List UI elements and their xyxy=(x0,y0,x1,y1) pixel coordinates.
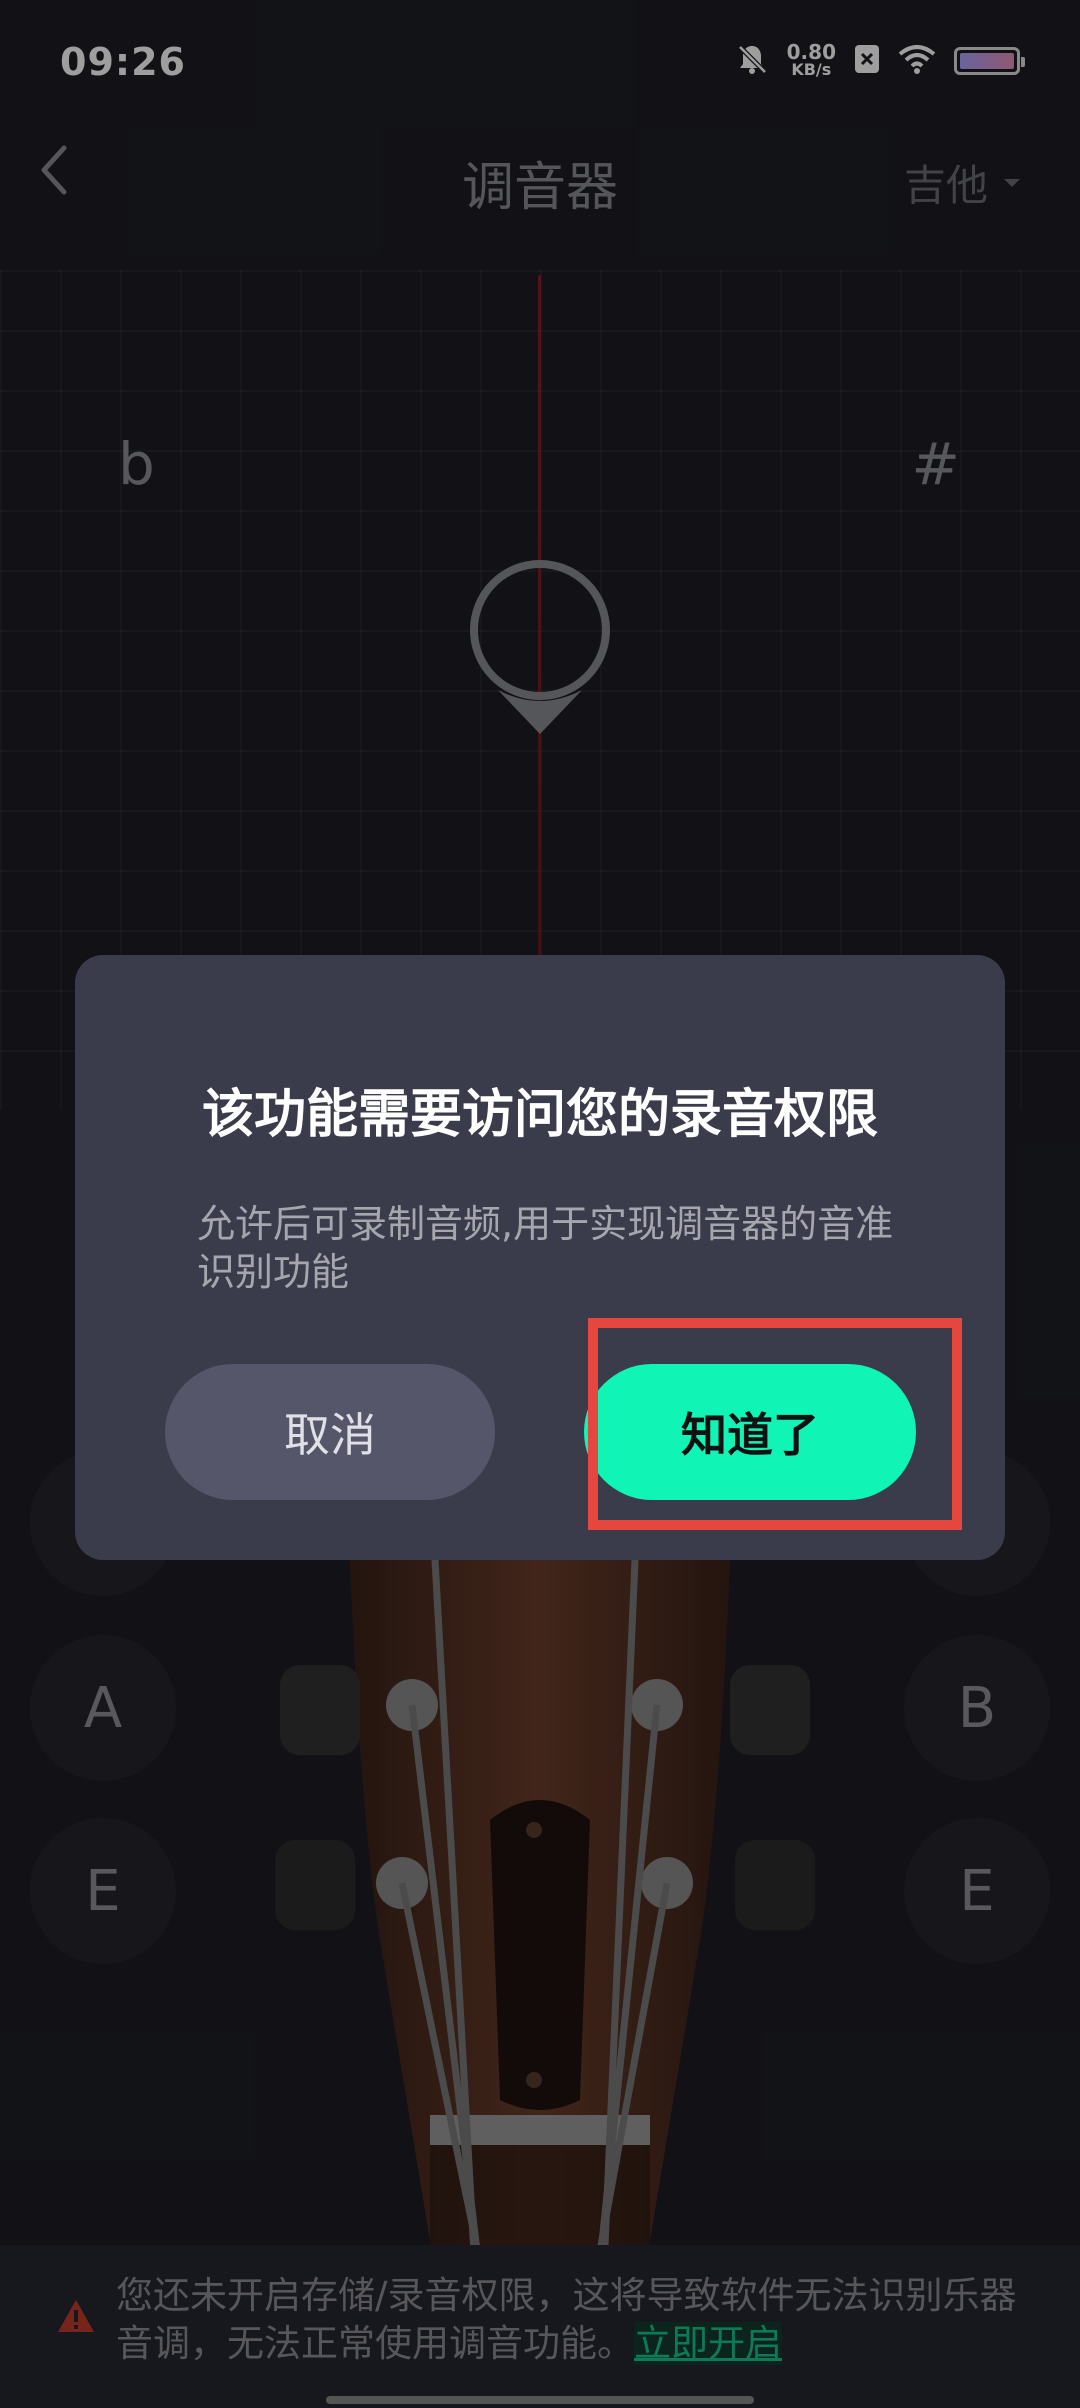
dialog-message: 允许后可录制音频,用于实现调音器的音准识别功能 xyxy=(197,1202,894,1294)
cancel-button[interactable]: 取消 xyxy=(165,1364,495,1500)
highlight-box xyxy=(588,1318,962,1530)
dialog-title: 该功能需要访问您的录音权限 xyxy=(201,1085,878,1145)
